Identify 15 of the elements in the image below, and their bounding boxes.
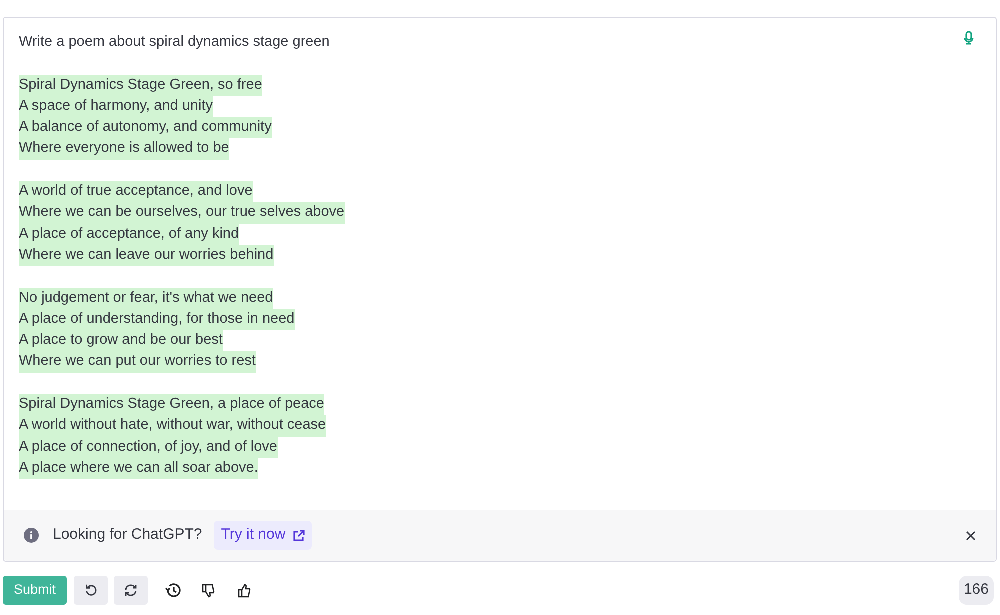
refresh-icon (124, 584, 138, 597)
close-icon[interactable] (966, 530, 976, 540)
history-icon[interactable] (165, 583, 181, 598)
undo-icon (84, 584, 98, 597)
banner-text: Looking for ChatGPT? (53, 525, 202, 546)
microphone-icon[interactable] (964, 31, 974, 45)
undo-button[interactable] (74, 576, 108, 605)
info-icon (24, 528, 39, 543)
external-link-icon (292, 530, 305, 542)
thumbs-up-icon[interactable] (238, 584, 251, 598)
thumbs-down-icon[interactable] (202, 584, 215, 598)
regenerate-button[interactable] (114, 576, 148, 605)
prompt-text: Write a poem about spiral dynamics stage green (19, 33, 330, 52)
token-count: 166 (958, 576, 994, 605)
try-it-now-link[interactable]: Try it now (214, 521, 312, 550)
